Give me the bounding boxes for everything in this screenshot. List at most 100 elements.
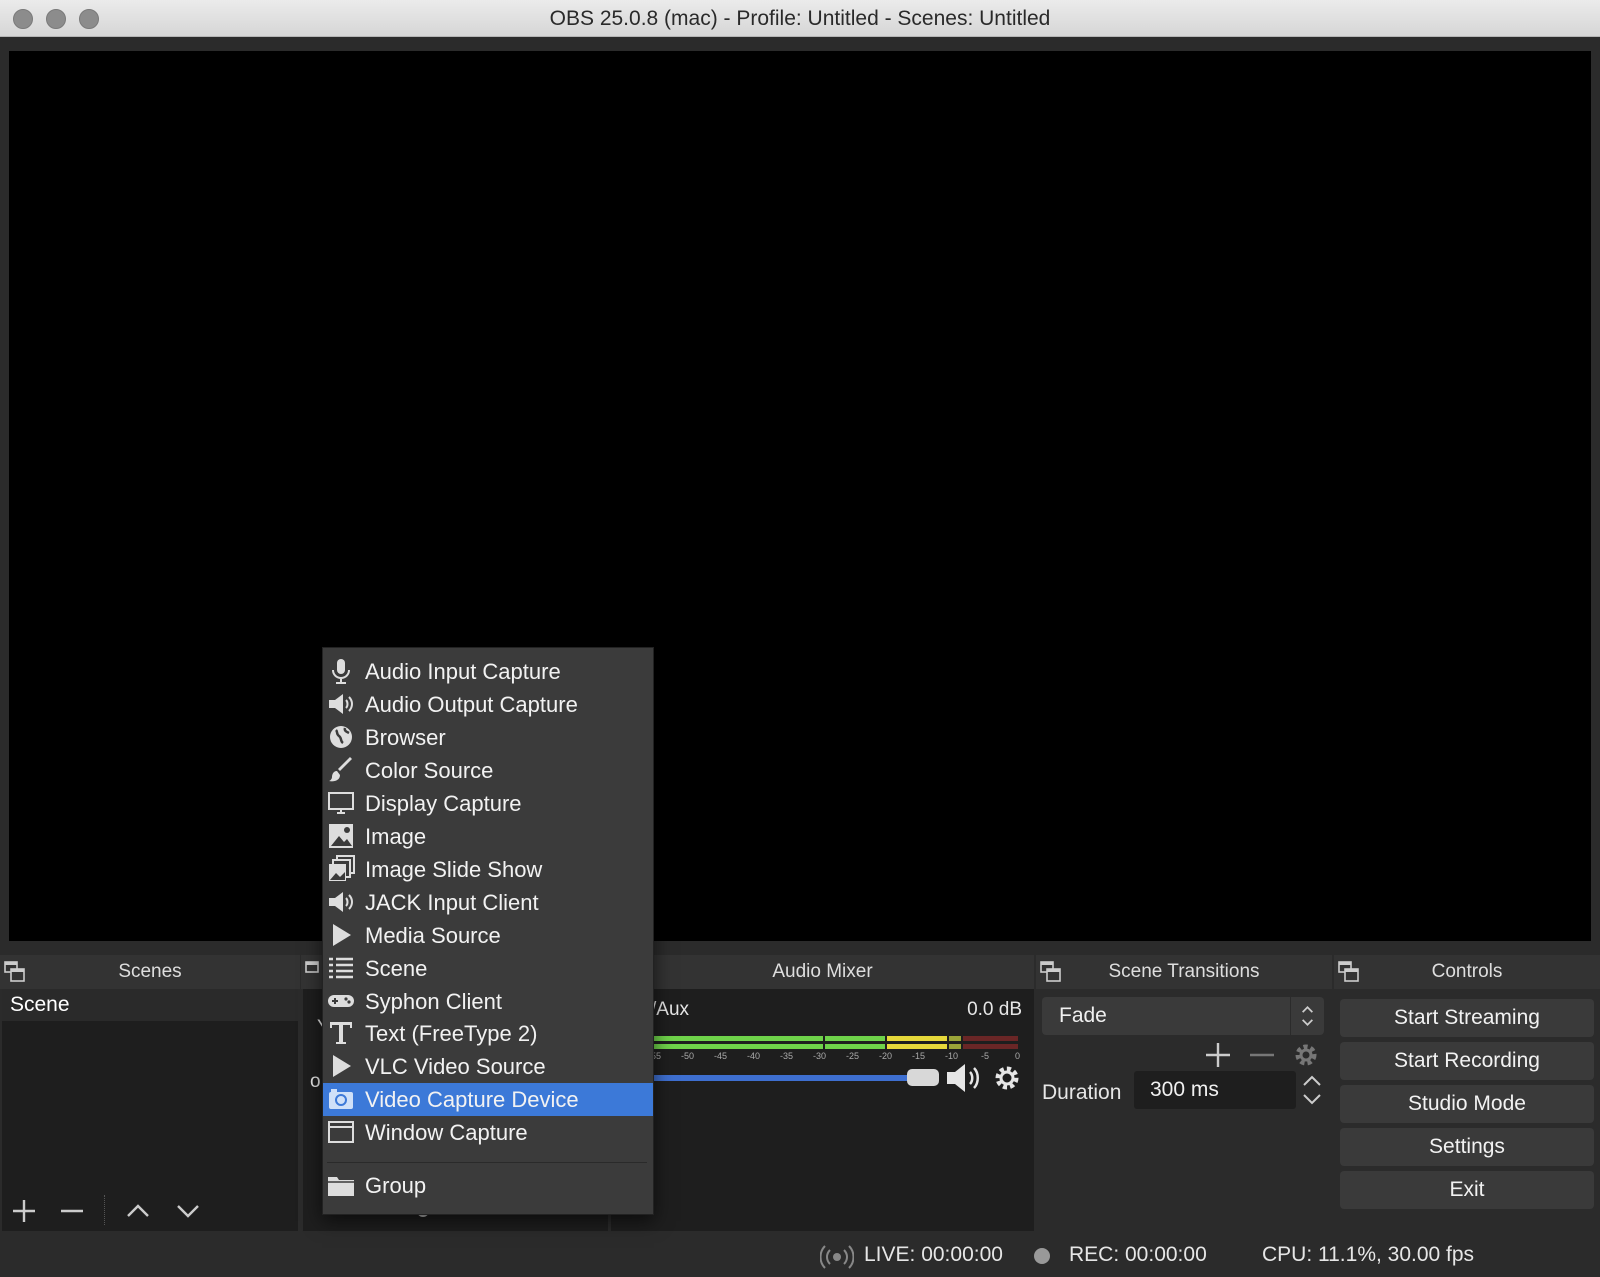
meter-tick: 0 bbox=[1015, 1051, 1021, 1061]
duration-input[interactable]: 300 ms bbox=[1134, 1071, 1296, 1109]
meter-tick: -45 bbox=[714, 1051, 728, 1061]
menu-item-color-source[interactable]: Color Source bbox=[323, 754, 653, 787]
menu-item-window-capture[interactable]: Window Capture bbox=[323, 1116, 653, 1149]
start-recording-button[interactable]: Start Recording bbox=[1340, 1042, 1594, 1080]
scenes-toolbar bbox=[2, 1189, 298, 1231]
brush-icon bbox=[329, 757, 352, 782]
transition-select-value: Fade bbox=[1059, 1004, 1107, 1027]
meter-tick: -20 bbox=[879, 1051, 893, 1061]
monitor-icon bbox=[328, 792, 354, 814]
play-icon bbox=[333, 924, 351, 946]
menu-item-syphon-client[interactable]: Syphon Client bbox=[323, 985, 653, 1018]
scene-transitions-header: Scene Transitions bbox=[1036, 955, 1332, 989]
globe-icon bbox=[330, 726, 352, 748]
settings-button[interactable]: Settings bbox=[1340, 1128, 1594, 1166]
mute-speaker-icon[interactable] bbox=[945, 1061, 985, 1095]
menu-item-scene[interactable]: Scene bbox=[323, 952, 653, 985]
speaker-icon bbox=[329, 694, 353, 714]
exit-button[interactable]: Exit bbox=[1340, 1171, 1594, 1209]
duration-value: 300 ms bbox=[1150, 1078, 1219, 1101]
mixer-channel-name: /Aux bbox=[651, 999, 690, 1020]
volume-slider-handle[interactable] bbox=[907, 1069, 939, 1086]
gamepad-icon bbox=[328, 995, 354, 1007]
add-source-menu: Audio Input Capture Audio Output Capture… bbox=[322, 647, 654, 1215]
menu-item-vlc-video-source[interactable]: VLC Video Source bbox=[323, 1050, 653, 1083]
studio-mode-button[interactable]: Studio Mode bbox=[1340, 1085, 1594, 1123]
scenes-dock: Scenes Scene bbox=[0, 955, 300, 1231]
image-icon bbox=[329, 824, 353, 848]
menu-item-display-capture[interactable]: Display Capture bbox=[323, 787, 653, 820]
audio-mixer-header: Audio Mixer bbox=[611, 955, 1034, 989]
folder-icon bbox=[328, 1177, 354, 1196]
menu-item-browser[interactable]: Browser bbox=[323, 721, 653, 754]
play-icon bbox=[333, 1055, 351, 1077]
volume-meter bbox=[651, 1044, 1024, 1049]
start-streaming-button[interactable]: Start Streaming bbox=[1340, 999, 1594, 1037]
live-broadcast-icon bbox=[820, 1245, 854, 1269]
select-arrows-icon bbox=[1290, 997, 1313, 1035]
window-title: OBS 25.0.8 (mac) - Profile: Untitled - S… bbox=[549, 7, 1051, 30]
transition-select[interactable]: Fade bbox=[1042, 997, 1324, 1035]
add-scene-icon[interactable] bbox=[10, 1197, 38, 1225]
scene-transitions-title: Scene Transitions bbox=[1108, 961, 1260, 982]
title-bar: OBS 25.0.8 (mac) - Profile: Untitled - S… bbox=[0, 0, 1600, 37]
menu-item-audio-input-capture[interactable]: Audio Input Capture bbox=[323, 655, 653, 688]
meter-tick: -25 bbox=[846, 1051, 860, 1061]
volume-slider[interactable] bbox=[651, 1075, 919, 1081]
controls-header: Controls bbox=[1334, 955, 1600, 989]
scenes-list[interactable]: Scene bbox=[2, 989, 298, 1189]
remove-scene-icon[interactable] bbox=[58, 1197, 86, 1225]
menu-item-group[interactable]: Group bbox=[323, 1169, 653, 1202]
scenes-title: Scenes bbox=[118, 961, 182, 982]
meter-tick: -50 bbox=[681, 1051, 695, 1061]
scene-list-item[interactable]: Scene bbox=[2, 989, 298, 1021]
audio-mixer-body: /Aux 0.0 dB 55 -50 -45 -40 -35 -30 -25 -… bbox=[611, 989, 1034, 1231]
meter-tick: -30 bbox=[813, 1051, 827, 1061]
camera-icon bbox=[329, 1089, 353, 1109]
menu-item-jack-input-client[interactable]: JACK Input Client bbox=[323, 886, 653, 919]
microphone-icon bbox=[332, 659, 350, 684]
live-timer: LIVE: 00:00:00 bbox=[864, 1243, 1003, 1266]
meter-tick: -5 bbox=[981, 1051, 990, 1061]
status-bar: LIVE: 00:00:00 REC: 00:00:00 CPU: 11.1%,… bbox=[0, 1233, 1600, 1277]
speaker-icon bbox=[329, 892, 353, 912]
audio-mixer-dock: Audio Mixer /Aux 0.0 dB 55 -50 -45 -40 -… bbox=[611, 955, 1034, 1231]
scene-transitions-dock: Scene Transitions Fade Duration 300 ms bbox=[1036, 955, 1332, 1231]
cpu-fps-readout: CPU: 11.1%, 30.00 fps bbox=[1262, 1243, 1475, 1266]
remove-transition-icon[interactable] bbox=[1248, 1041, 1276, 1069]
meter-tick: -15 bbox=[912, 1051, 926, 1061]
record-indicator-icon bbox=[1034, 1248, 1050, 1264]
menu-item-image-slide-show[interactable]: Image Slide Show bbox=[323, 853, 653, 886]
menu-item-image[interactable]: Image bbox=[323, 820, 653, 853]
meter-tick: -10 bbox=[945, 1051, 959, 1061]
scenes-dock-header: Scenes bbox=[0, 955, 300, 989]
rec-timer: REC: 00:00:00 bbox=[1069, 1243, 1207, 1266]
mixer-settings-gear-icon[interactable] bbox=[992, 1063, 1022, 1093]
menu-item-video-capture-device[interactable]: Video Capture Device bbox=[323, 1083, 653, 1116]
transition-settings-gear-icon[interactable] bbox=[1292, 1041, 1320, 1069]
duration-stepper-icon[interactable] bbox=[1298, 1071, 1326, 1109]
meter-tick: -40 bbox=[747, 1051, 761, 1061]
controls-dock: Controls Start Streaming Start Recording… bbox=[1334, 955, 1600, 1231]
volume-meter bbox=[651, 1036, 1024, 1041]
menu-item-text-freetype-2[interactable]: Text (FreeType 2) bbox=[323, 1017, 653, 1050]
move-scene-up-icon[interactable] bbox=[124, 1197, 152, 1225]
sources-partial-text: o bbox=[310, 1071, 321, 1092]
preview-canvas[interactable] bbox=[9, 51, 1591, 941]
scene-transitions-body: Fade Duration 300 ms bbox=[1036, 989, 1332, 1231]
list-icon bbox=[329, 957, 353, 979]
meter-tick: -35 bbox=[780, 1051, 794, 1061]
controls-body: Start Streaming Start Recording Studio M… bbox=[1334, 989, 1600, 1231]
move-scene-down-icon[interactable] bbox=[174, 1197, 202, 1225]
text-icon bbox=[330, 1022, 352, 1044]
audio-mixer-title: Audio Mixer bbox=[772, 961, 873, 982]
duration-label: Duration bbox=[1042, 1081, 1122, 1104]
menu-item-media-source[interactable]: Media Source bbox=[323, 919, 653, 952]
slideshow-icon bbox=[329, 855, 355, 881]
menu-item-audio-output-capture[interactable]: Audio Output Capture bbox=[323, 688, 653, 721]
controls-title: Controls bbox=[1431, 961, 1503, 982]
window-icon bbox=[328, 1121, 354, 1143]
mixer-channel-level: 0.0 dB bbox=[967, 999, 1022, 1020]
add-transition-icon[interactable] bbox=[1204, 1041, 1232, 1069]
menu-separator bbox=[327, 1162, 647, 1163]
